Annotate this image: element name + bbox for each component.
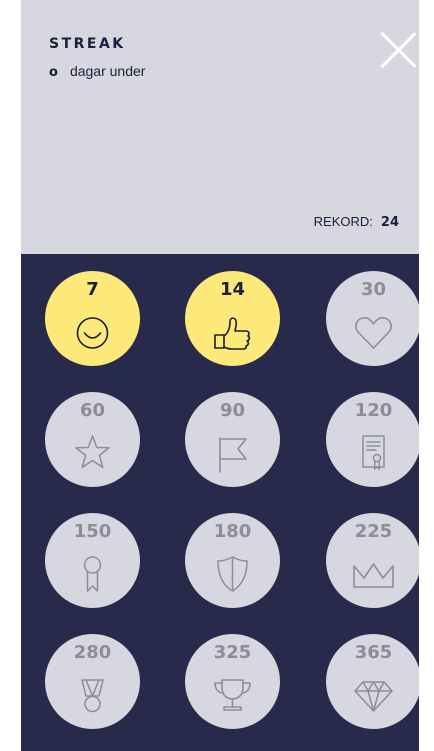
streak-header: STREAK o dagar under REKORD: 24 — [21, 0, 419, 254]
star-icon — [70, 430, 115, 475]
badge-days: 30 — [360, 279, 387, 300]
badge-days: 365 — [354, 642, 393, 663]
badge[interactable]: 30 — [326, 271, 419, 366]
badge[interactable]: 90 — [185, 392, 280, 487]
medal-icon — [70, 672, 115, 717]
certificate-icon — [351, 430, 396, 475]
badge[interactable]: 60 — [45, 392, 140, 487]
page-title: STREAK — [49, 36, 126, 52]
badge-days: 225 — [354, 521, 393, 542]
streak-screen: STREAK o dagar under REKORD: 24 7 14 30 … — [21, 0, 419, 751]
current-streak-value: o — [49, 65, 58, 80]
badge-days: 90 — [219, 400, 246, 421]
record: REKORD: 24 — [314, 214, 399, 230]
badge-days: 14 — [219, 279, 246, 300]
ribbon-icon — [70, 551, 115, 596]
badge[interactable]: 7 — [45, 271, 140, 366]
badge[interactable]: 120 — [326, 392, 419, 487]
badge[interactable]: 280 — [45, 634, 140, 729]
current-streak-label: dagar under — [69, 63, 146, 79]
badge[interactable]: 325 — [185, 634, 280, 729]
badge-grid: 7 14 30 60 90 120 150 180 225 280 325 36… — [21, 254, 419, 751]
diamond-icon — [351, 672, 396, 717]
thumbs-up-icon — [210, 309, 255, 354]
badge-days: 120 — [354, 400, 393, 421]
smiley-icon — [70, 309, 115, 354]
badge[interactable]: 365 — [326, 634, 419, 729]
record-label: REKORD: — [313, 214, 373, 229]
shield-icon — [210, 551, 255, 596]
badge-days: 180 — [213, 521, 252, 542]
trophy-icon — [210, 672, 255, 717]
crown-icon — [351, 551, 396, 596]
badge-days: 7 — [86, 279, 99, 300]
record-value: 24 — [380, 215, 399, 230]
badge[interactable]: 225 — [326, 513, 419, 608]
badge-days: 60 — [79, 400, 106, 421]
close-icon[interactable] — [378, 30, 418, 70]
badge[interactable]: 14 — [185, 271, 280, 366]
flag-icon — [210, 430, 255, 475]
badge[interactable]: 180 — [185, 513, 280, 608]
heart-icon — [351, 309, 396, 354]
current-streak: o dagar under — [49, 63, 145, 80]
badge-days: 280 — [73, 642, 112, 663]
badge[interactable]: 150 — [45, 513, 140, 608]
badge-days: 150 — [73, 521, 112, 542]
badge-days: 325 — [213, 642, 252, 663]
